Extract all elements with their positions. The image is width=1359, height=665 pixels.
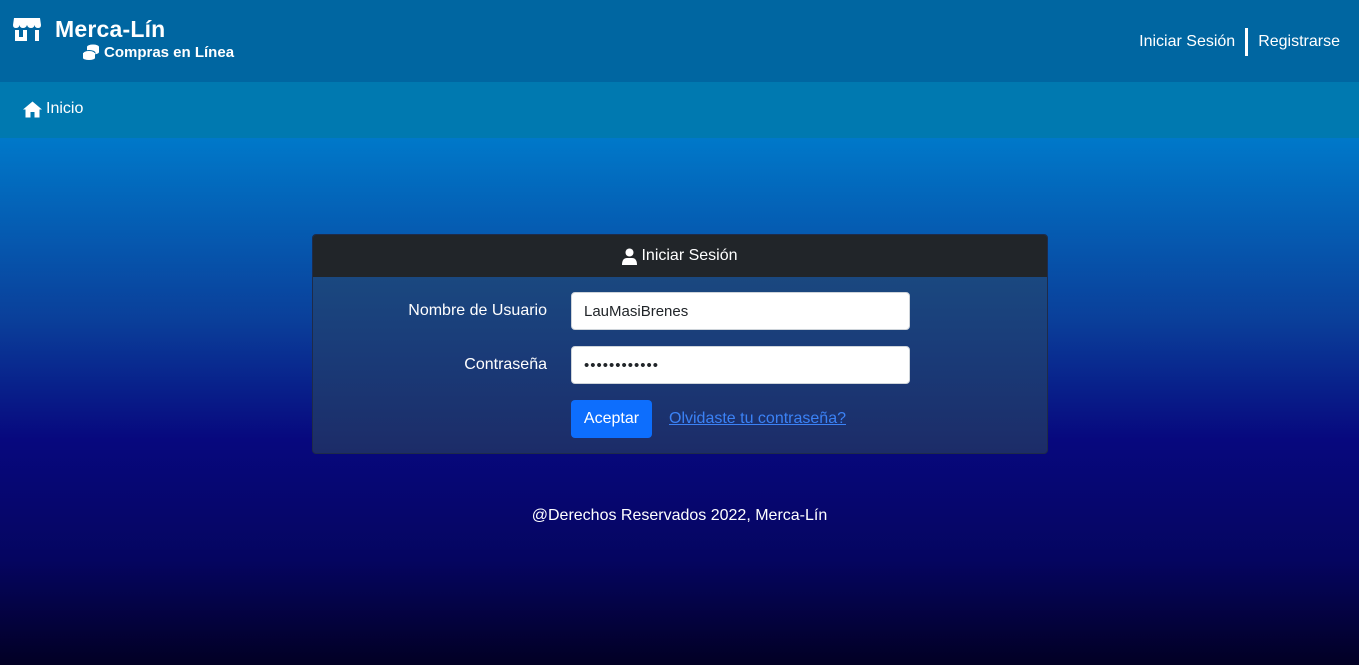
brand-title: Merca-Lín [55, 16, 166, 42]
top-header: Merca-Lín Compras en Línea Iniciar Sesió… [0, 0, 1359, 82]
coins-icon [82, 44, 99, 60]
login-card: Iniciar Sesión Nombre de Usuario LauMasi… [312, 234, 1048, 454]
footer-text: @Derechos Reservados 2022, Merca-Lín [531, 507, 828, 524]
password-label: Contraseña [464, 356, 547, 373]
register-link[interactable]: Registrarse [1258, 33, 1340, 51]
store-icon [13, 18, 41, 41]
forgot-password-link[interactable]: Olvidaste tu contraseña? [669, 410, 846, 428]
navbar [0, 82, 1359, 138]
submit-button[interactable]: Aceptar [571, 400, 652, 438]
nav-home-link[interactable]: Inicio [23, 100, 83, 118]
username-label: Nombre de Usuario [408, 302, 547, 319]
nav-home-label: Inicio [46, 100, 84, 117]
link-divider [1245, 28, 1249, 56]
login-link[interactable]: Iniciar Sesión [1139, 33, 1235, 51]
brand-subtitle: Compras en Línea [104, 44, 235, 61]
username-input[interactable]: LauMasiBrenes [571, 292, 910, 330]
password-input[interactable]: •••••••••••• [571, 346, 910, 384]
login-card-header: Iniciar Sesión [313, 235, 1047, 277]
top-links: Iniciar Sesión Registrarse [1139, 28, 1340, 56]
login-card-title: Iniciar Sesión [641, 247, 738, 264]
home-icon [23, 101, 42, 117]
user-icon [622, 248, 638, 265]
